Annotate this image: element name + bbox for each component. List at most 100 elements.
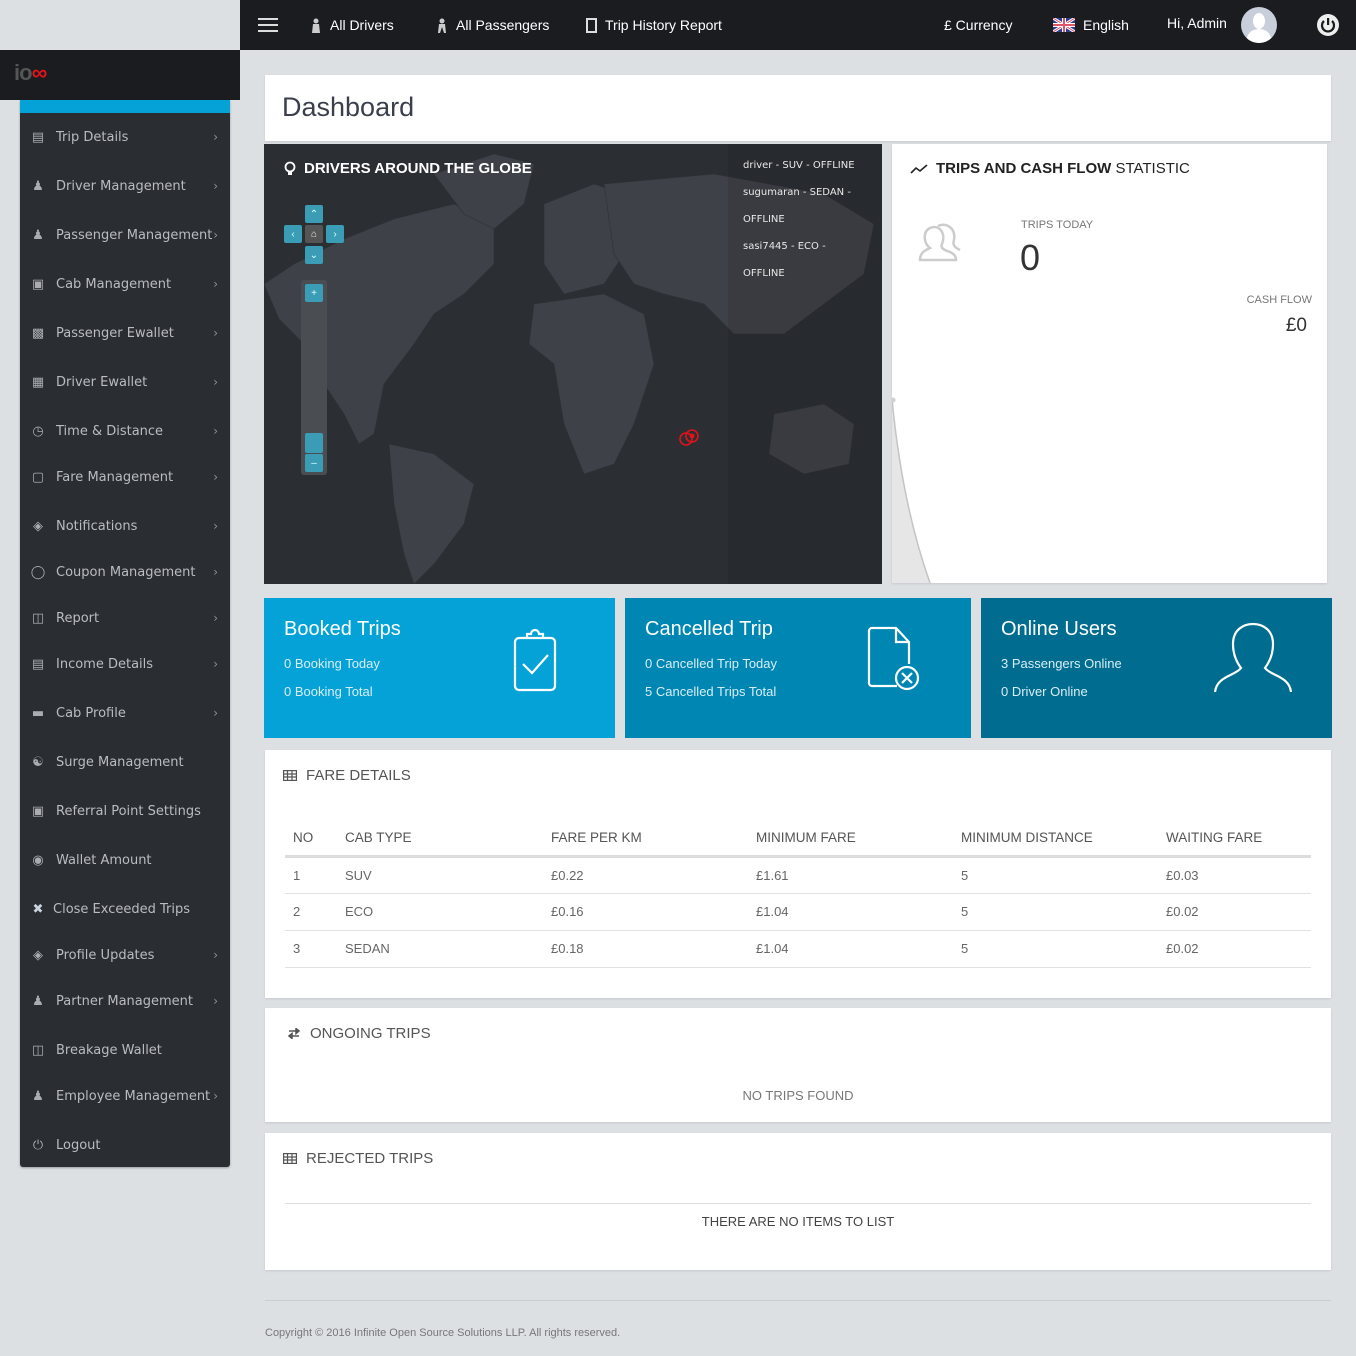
sidebar-item-label: Surge Management [56,754,184,770]
logo-mark: ∞ [31,60,48,85]
logo-text: io [14,60,33,85]
power-button[interactable] [1316,0,1340,50]
table-cell: 1 [285,856,345,894]
trip-history-report-link[interactable]: Trip History Report [586,0,722,50]
exchange-icon [287,1028,301,1039]
zoom-in-button[interactable]: + [305,284,323,302]
zoom-slider[interactable]: + – [301,280,327,475]
ongoing-empty-message: NO TRIPS FOUND [742,1088,854,1103]
all-passengers-label: All Passengers [456,17,550,33]
sidebar-item-referral-point-settings[interactable]: ▣ Referral Point Settings [20,796,230,826]
tile-title: Cancelled Trip [645,618,773,640]
greeting-label: Hi, Admin [1167,15,1227,31]
sidebar-item-label: Cab Management [56,276,172,292]
driver-status-item: OFFLINE [743,268,785,279]
chevron-right-icon: › [213,424,218,438]
pan-right-button[interactable]: › [326,225,344,243]
wallet-icon: ▦ [31,374,45,390]
pan-left-button[interactable]: ‹ [284,225,302,243]
sidebar-item-report[interactable]: ◫ Report › [20,603,230,633]
cancelled-trip-tile[interactable]: Cancelled Trip 0 Cancelled Trip Today 5 … [625,598,971,738]
rejected-empty-message: THERE ARE NO ITEMS TO LIST [701,1214,895,1229]
car-icon: ▣ [31,276,45,292]
brand-logo[interactable]: io∞ [14,60,48,86]
tile-line: 0 Driver Online [1001,684,1088,699]
all-drivers-link[interactable]: All Drivers [310,0,394,50]
rejected-trips-title: REJECTED TRIPS [283,1150,433,1167]
sidebar-item-passenger-ewallet[interactable]: ▩ Passenger Ewallet › [20,318,230,348]
sidebar-item-label: Coupon Management [56,564,196,580]
user-menu[interactable]: Hi, Admin [1167,0,1277,50]
sidebar-item-close-exceeded-trips[interactable]: ✖ Close Exceeded Trips [20,894,230,924]
column-header: MINIMUM FARE [756,820,961,858]
group-icon: ☯ [32,754,44,770]
trend-icon [910,163,928,174]
pan-up-button[interactable]: ⌃ [305,205,323,223]
sidebar-item-cab-management[interactable]: ▣ Cab Management › [20,269,230,299]
currency-dropdown[interactable]: £ Currency [944,0,1012,50]
sidebar-item-cab-profile[interactable]: ▬ Cab Profile › [20,698,230,728]
briefcase-icon: ▢ [31,469,45,485]
sidebar-item-label: Passenger Management [56,227,213,243]
sidebar-item-logout[interactable]: ⏻ Logout [20,1130,230,1160]
cash-flow-value: £0 [1285,315,1307,336]
sidebar-item-surge-management[interactable]: ☯ Surge Management [20,747,230,777]
table-cell: £1.61 [756,856,961,894]
menu-toggle-button[interactable] [258,0,278,50]
africa-shape [528,293,655,475]
ongoing-trips-panel: ONGOING TRIPS NO TRIPS FOUND [265,1008,1331,1122]
sidebar-item-passenger-management[interactable]: ♟ Passenger Management › [20,220,230,250]
language-dropdown[interactable]: English [1053,0,1129,50]
trip-icon: ▤ [31,129,45,145]
chevron-right-icon: › [213,277,218,291]
sidebar-item-income-details[interactable]: ▤ Income Details › [20,649,230,679]
table-cell: £0.22 [551,856,756,894]
home-button[interactable]: ⌂ [305,225,323,243]
sidebar-item-wallet-amount[interactable]: ◉ Wallet Amount [20,845,230,875]
pan-down-button[interactable]: ⌄ [305,246,323,264]
zoom-out-button[interactable]: – [305,454,323,472]
sidebar-item-driver-ewallet[interactable]: ▦ Driver Ewallet › [20,367,230,397]
sidebar-item-trip-details[interactable]: ▤ Trip Details › [20,122,230,152]
chevron-right-icon: › [213,994,218,1008]
table-cell: £0.02 [1166,893,1311,931]
hamburger-icon [258,18,278,32]
page-header: Dashboard [265,75,1331,141]
person-icon: ♟ [32,1088,44,1104]
sidebar-item-time-distance[interactable]: ◷ Time & Distance › [20,416,230,446]
gauge-icon: ◷ [32,423,44,439]
column-header: NO [285,820,345,858]
sidebar-item-label: Wallet Amount [56,852,152,868]
sidebar-item-fare-management[interactable]: ▢ Fare Management › [20,462,230,492]
all-passengers-link[interactable]: All Passengers [436,0,549,50]
booked-trips-tile[interactable]: Booked Trips 0 Booking Today 0 Booking T… [264,598,615,738]
table-cell: SUV [345,856,551,894]
column-header: CAB TYPE [345,820,551,858]
sidebar-item-label: Employee Management [56,1088,211,1104]
zoom-handle[interactable] [305,433,323,453]
table-icon [283,1153,297,1164]
sidebar-item-notifications[interactable]: ◈ Notifications › [20,511,230,541]
ongoing-trips-title: ONGOING TRIPS [287,1025,431,1042]
drivers-map[interactable]: DRIVERS AROUND THE GLOBE driver - SUV - … [264,144,882,584]
driver-status-list: driver - SUV - OFFLINE sugumaran - SEDAN… [743,152,873,287]
sidebar-item-profile-updates[interactable]: ◈ Profile Updates › [20,940,230,970]
chevron-right-icon: › [213,130,218,144]
sidebar-item-employee-management[interactable]: ♟ Employee Management › [20,1081,230,1111]
online-users-tile[interactable]: Online Users 3 Passengers Online 0 Drive… [981,598,1332,738]
sidebar-item-driver-management[interactable]: ♟ Driver Management › [20,171,230,201]
stats-title: TRIPS AND CASH FLOW STATISTIC [910,160,1190,177]
save-icon: ▣ [31,803,45,819]
driver-status-item: sasi7445 - ECO - [743,241,826,252]
notebook-icon [586,17,597,33]
sidebar-item-partner-management[interactable]: ♟ Partner Management › [20,986,230,1016]
table-row: 1 SUV £0.22 £1.61 5 £0.03 [285,856,1311,894]
sidebar-item-coupon-management[interactable]: ◯ Coupon Management › [20,557,230,587]
eye-icon: ◉ [32,852,44,868]
close-icon: ✖ [32,901,44,917]
sidebar-item-breakage-wallet[interactable]: ◫ Breakage Wallet [20,1035,230,1065]
all-drivers-label: All Drivers [330,17,394,33]
chevron-right-icon: › [213,611,218,625]
cards-icon: ▤ [31,656,45,672]
copyright-text: Copyright © 2016 Infinite Open Source So… [265,1327,621,1339]
